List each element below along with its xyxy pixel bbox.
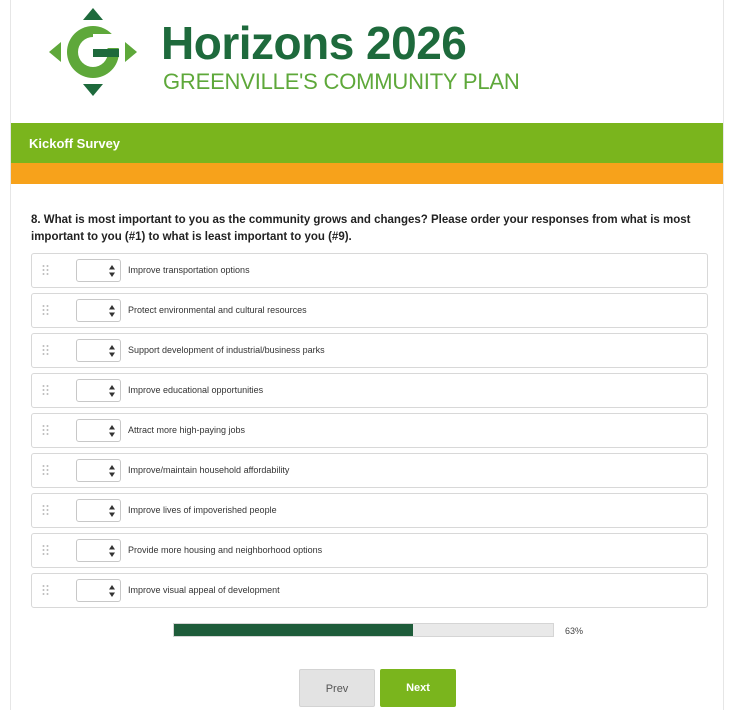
rank-select[interactable] (76, 339, 121, 362)
sort-arrows-icon (109, 265, 115, 277)
drag-handle-icon[interactable] (41, 384, 51, 396)
sort-arrows-icon (109, 465, 115, 477)
progress-bar-fill (174, 624, 413, 636)
drag-handle-icon[interactable] (41, 344, 51, 356)
sort-arrows-icon (109, 545, 115, 557)
rank-item[interactable]: Support development of industrial/busine… (31, 333, 708, 368)
rank-item[interactable]: Improve/maintain household affordability (31, 453, 708, 488)
rank-select[interactable] (76, 459, 121, 482)
rank-order-list: Improve transportation options Protect en… (31, 253, 708, 613)
rank-select[interactable] (76, 579, 121, 602)
drag-handle-icon[interactable] (41, 544, 51, 556)
rank-item[interactable]: Improve transportation options (31, 253, 708, 288)
rank-item[interactable]: Protect environmental and cultural resou… (31, 293, 708, 328)
rank-item-label: Attract more high-paying jobs (128, 425, 246, 435)
sort-arrows-icon (109, 425, 115, 437)
section-title: Kickoff Survey (29, 136, 121, 151)
rank-select[interactable] (76, 299, 121, 322)
progress-bar (173, 623, 554, 637)
logo-subtitle: GREENVILLE'S COMMUNITY PLAN (163, 69, 520, 94)
logo-title: Horizons 2026 (161, 17, 467, 69)
drag-handle-icon[interactable] (41, 304, 51, 316)
next-button[interactable]: Next (380, 669, 456, 707)
sort-arrows-icon (109, 345, 115, 357)
question-text: 8. What is most important to you as the … (31, 214, 691, 243)
rank-item[interactable]: Improve lives of impoverished people (31, 493, 708, 528)
rank-item-label: Improve educational opportunities (128, 385, 264, 395)
sort-arrows-icon (109, 505, 115, 517)
rank-select[interactable] (76, 419, 121, 442)
drag-handle-icon[interactable] (41, 264, 51, 276)
drag-handle-icon[interactable] (41, 504, 51, 516)
rank-item[interactable]: Attract more high-paying jobs (31, 413, 708, 448)
rank-item-label: Improve visual appeal of development (128, 585, 280, 595)
rank-item[interactable]: Improve educational opportunities (31, 373, 708, 408)
progress-percent: 63% (565, 626, 584, 636)
site-logo: Horizons 2026 GREENVILLE'S COMMUNITY PLA… (41, 8, 521, 108)
rank-item-label: Improve transportation options (128, 265, 250, 275)
rank-item-label: Improve/maintain household affordability (128, 465, 290, 475)
drag-handle-icon[interactable] (41, 584, 51, 596)
rank-select[interactable] (76, 379, 121, 402)
rank-item-label: Protect environmental and cultural resou… (128, 305, 307, 315)
drag-handle-icon[interactable] (41, 464, 51, 476)
rank-item[interactable]: Provide more housing and neighborhood op… (31, 533, 708, 568)
rank-item-label: Improve lives of impoverished people (128, 505, 277, 515)
sort-arrows-icon (109, 305, 115, 317)
rank-item-label: Provide more housing and neighborhood op… (128, 545, 323, 555)
logo-mark-icon (49, 8, 137, 96)
drag-handle-icon[interactable] (41, 424, 51, 436)
sort-arrows-icon (109, 385, 115, 397)
accent-bar (11, 163, 723, 184)
survey-page: Horizons 2026 GREENVILLE'S COMMUNITY PLA… (10, 0, 724, 710)
sort-arrows-icon (109, 585, 115, 597)
rank-select[interactable] (76, 499, 121, 522)
section-header: Kickoff Survey (11, 123, 723, 163)
prev-button[interactable]: Prev (299, 669, 375, 707)
rank-select[interactable] (76, 539, 121, 562)
rank-select[interactable] (76, 259, 121, 282)
rank-item-label: Support development of industrial/busine… (128, 345, 325, 355)
rank-item[interactable]: Improve visual appeal of development (31, 573, 708, 608)
